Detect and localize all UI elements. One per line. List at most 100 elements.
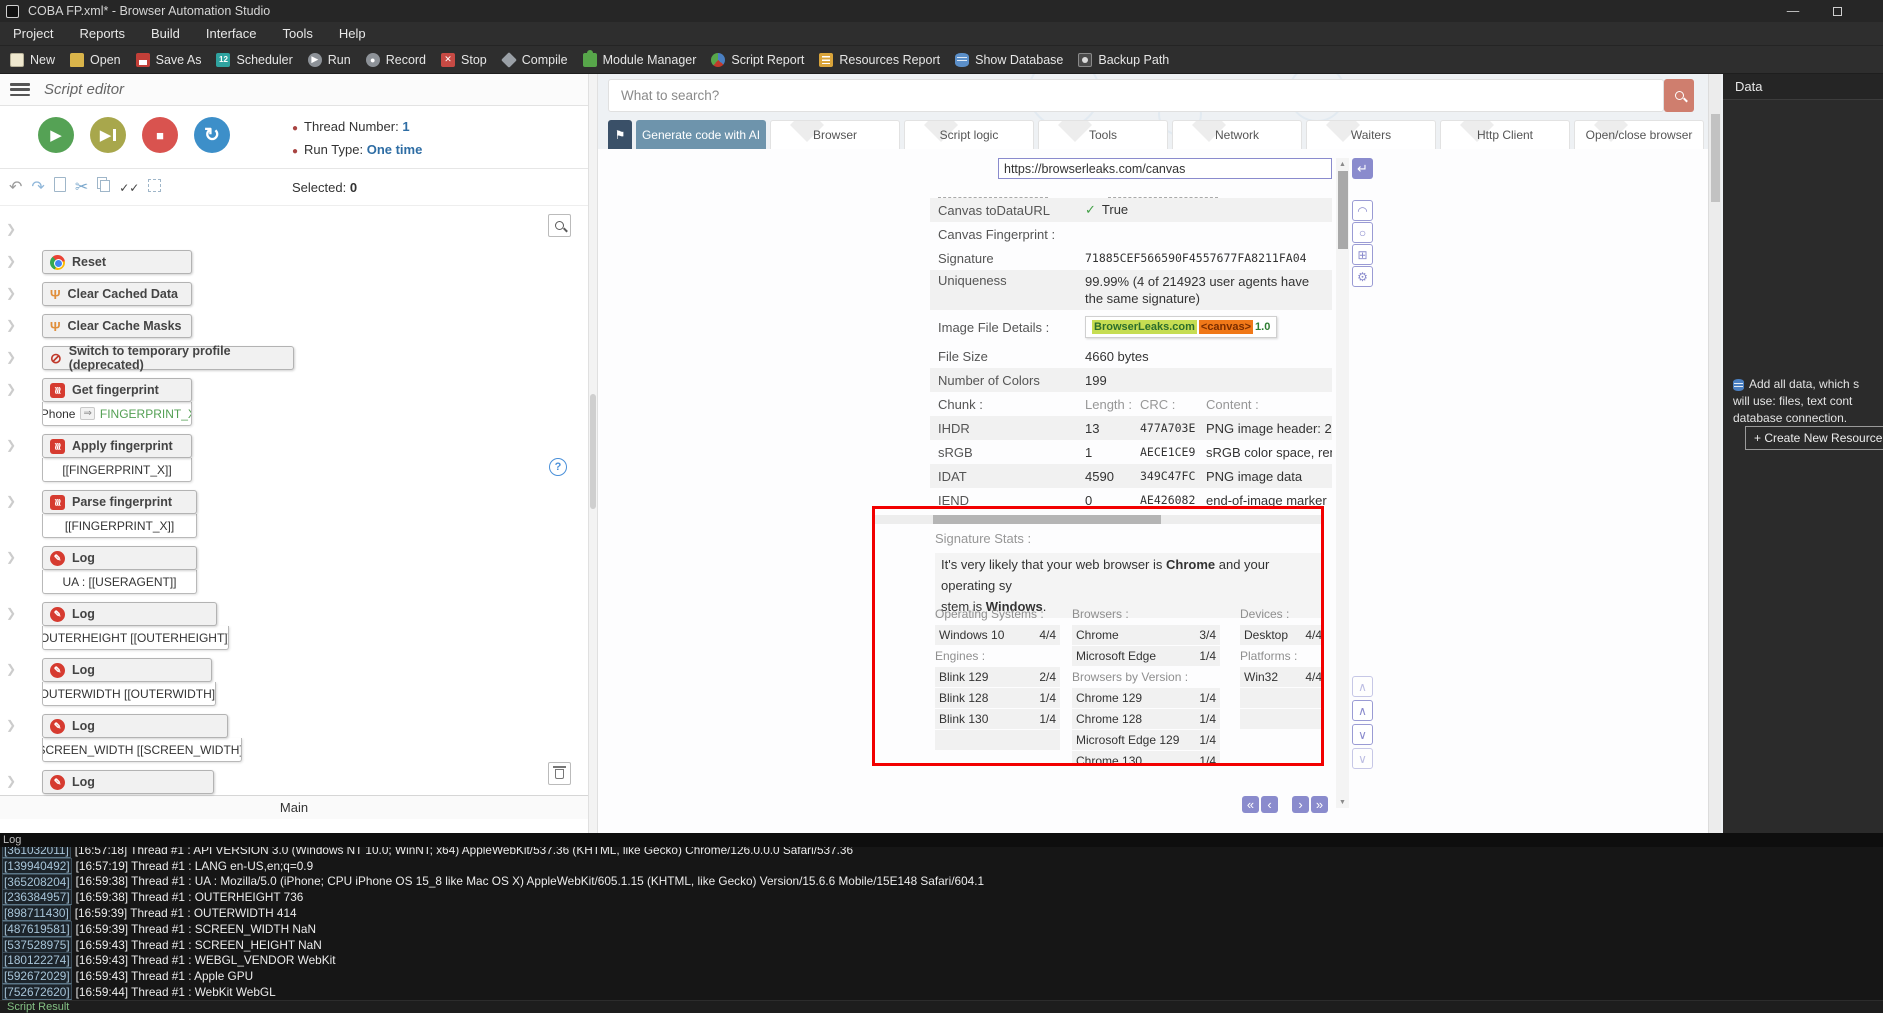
scrollbar-thumb[interactable] <box>590 394 596 509</box>
toolbar-button-run[interactable]: ▶ Run <box>307 46 351 74</box>
block-header[interactable]: Reset <box>42 250 192 274</box>
chevron-up-button[interactable]: ∧ <box>1352 676 1373 697</box>
log-id-link[interactable]: [180122274] <box>2 952 72 969</box>
delete-block-button[interactable] <box>548 762 571 785</box>
block-header[interactable]: ✎ Log <box>42 770 214 794</box>
select-button[interactable] <box>148 179 162 192</box>
toolbar-button-open[interactable]: Open <box>70 46 121 74</box>
tab-generate-code-with-ai[interactable]: Generate code with AI <box>636 120 766 149</box>
toolbar-button-backup-path[interactable]: Backup Path <box>1078 46 1169 74</box>
menu-item-reports[interactable]: Reports <box>66 22 138 46</box>
left-panel-scrollbar[interactable] <box>588 74 598 833</box>
toolbar-button-scheduler[interactable]: 12 Scheduler <box>216 46 293 74</box>
toolbar-button-script-report[interactable]: Script Report <box>711 46 804 74</box>
menu-item-interface[interactable]: Interface <box>193 22 270 46</box>
toolbar-button-module-manager[interactable]: Module Manager <box>582 46 696 74</box>
tab-tools[interactable]: Tools <box>1038 120 1168 149</box>
toolbar-button-new[interactable]: New <box>10 46 55 74</box>
block-reset[interactable]: ❯ Reset <box>6 250 192 274</box>
gear-button[interactable]: ⚙ <box>1352 266 1373 287</box>
block-log[interactable]: ❯ ✎ Log OUTERWIDTH [[OUTERWIDTH]] <box>6 658 216 706</box>
tab-network[interactable]: Network <box>1172 120 1302 149</box>
maximize-button[interactable] <box>1815 0 1859 22</box>
block-log[interactable]: ❯ ✎ Log <box>6 770 214 794</box>
help-button[interactable]: ? <box>549 458 567 476</box>
block-parameter[interactable]: UA : [[USERAGENT]] <box>42 570 197 594</box>
minimize-button[interactable]: — <box>1771 0 1815 22</box>
block-header[interactable]: ≋ Parse fingerprint <box>42 490 197 514</box>
play-button[interactable]: ▶ <box>38 117 74 153</box>
chevron-up-button[interactable]: ∧ <box>1352 700 1373 721</box>
block-header[interactable]: ✎ Log <box>42 658 212 682</box>
block-clear-cached-data[interactable]: ❯ Ψ Clear Cached Data <box>6 282 192 306</box>
step-button[interactable]: ▶ <box>90 117 126 153</box>
block-parameter[interactable]: OUTERHEIGHT [[OUTERHEIGHT]] <box>42 626 229 650</box>
block-parameter[interactable]: [[FINGERPRINT_X]] <box>42 514 197 538</box>
log-id-link[interactable]: [236384957] <box>2 889 72 906</box>
search-button[interactable] <box>1664 79 1694 112</box>
circle-button[interactable]: ○ <box>1352 222 1373 243</box>
block-parse-fingerprint[interactable]: ❯ ≋ Parse fingerprint [[FINGERPRINT_X]] <box>6 490 197 538</box>
log-id-link[interactable]: [592672029] <box>2 968 72 985</box>
log-id-link[interactable]: [898711430] <box>2 905 71 922</box>
log-id-link[interactable]: [487619581] <box>2 920 72 937</box>
next-page-button[interactable]: › <box>1292 796 1309 813</box>
block-parameter[interactable]: iPhone ⇒ FINGERPRINT_X <box>42 402 192 426</box>
toolbar-button-compile[interactable]: Compile <box>500 46 568 74</box>
redo-button[interactable]: ↷ <box>31 177 44 197</box>
block-parameter[interactable]: OUTERWIDTH [[OUTERWIDTH]] <box>42 682 216 706</box>
tab-main[interactable]: Main <box>0 795 588 819</box>
last-page-button[interactable]: » <box>1311 796 1328 813</box>
menu-item-help[interactable]: Help <box>326 22 379 46</box>
hamburger-icon[interactable] <box>10 83 30 96</box>
create-resource-button[interactable]: + Create New Resource <box>1745 426 1883 450</box>
block-parameter[interactable]: [[FINGERPRINT_X]] <box>42 458 192 482</box>
stop-button[interactable]: ■ <box>142 117 178 153</box>
page-button[interactable] <box>53 177 66 192</box>
scroll-down-icon[interactable]: ▼ <box>1336 796 1349 808</box>
tab-http-client[interactable]: Http Client <box>1440 120 1570 149</box>
first-page-button[interactable]: « <box>1242 796 1259 813</box>
go-url-button[interactable]: ↵ <box>1352 158 1373 179</box>
undo-button[interactable]: ↶ <box>9 177 22 197</box>
restart-button[interactable]: ↻ <box>194 117 230 153</box>
prev-page-button[interactable]: ‹ <box>1261 796 1278 813</box>
tab-open-close-browser[interactable]: Open/close browser <box>1574 120 1704 149</box>
block-log[interactable]: ❯ ✎ Log OUTERHEIGHT [[OUTERHEIGHT]] <box>6 602 229 650</box>
menu-item-project[interactable]: Project <box>0 22 66 46</box>
log-id-link[interactable]: [139940492] <box>2 857 72 874</box>
tab-browser[interactable]: Browser <box>770 120 900 149</box>
log-id-link[interactable]: [752672620] <box>2 984 72 1001</box>
block-header[interactable]: ✎ Log <box>42 546 197 570</box>
toolbar-button-save-as[interactable]: Save As <box>135 46 201 74</box>
block-log[interactable]: ❯ ✎ Log SCREEN_WIDTH [[SCREEN_WIDTH]] <box>6 714 242 762</box>
block-header[interactable]: ⊘ Switch to temporary profile (deprecated… <box>42 344 294 372</box>
block-header[interactable]: ≋ Apply fingerprint <box>42 434 192 458</box>
search-actions-button[interactable] <box>548 214 571 237</box>
block-header[interactable]: ✎ Log <box>42 714 228 738</box>
toolbar-button-stop[interactable]: ✕ Stop <box>441 46 487 74</box>
chevron-down-button[interactable]: ∨ <box>1352 724 1373 745</box>
block-log[interactable]: ❯ ✎ Log UA : [[USERAGENT]] <box>6 546 197 594</box>
block-parameter[interactable]: SCREEN_WIDTH [[SCREEN_WIDTH]] <box>42 738 242 762</box>
log-id-link[interactable]: [537528975] <box>2 936 72 953</box>
block-apply-fingerprint[interactable]: ❯ ≋ Apply fingerprint [[FINGERPRINT_X]] <box>6 434 192 482</box>
block-header[interactable]: ✎ Log <box>42 602 217 626</box>
scrollbar-thumb[interactable] <box>933 515 1161 524</box>
bookmark-tab[interactable]: ⚑ <box>608 120 632 149</box>
block-get-fingerprint[interactable]: ❯ ≋ Get fingerprint iPhone ⇒ FINGERPRINT_X <box>6 378 192 426</box>
url-input[interactable] <box>998 158 1332 179</box>
tab-waiters[interactable]: Waiters <box>1306 120 1436 149</box>
copy-button[interactable] <box>97 177 111 192</box>
checks-button[interactable]: ✓✓ <box>119 181 139 195</box>
block-clear-cache-masks[interactable]: ❯ Ψ Clear Cache Masks <box>6 314 192 338</box>
cut-button[interactable]: ✂ <box>75 177 88 197</box>
block-header[interactable]: Ψ Clear Cached Data <box>42 282 192 306</box>
toolbar-button-record[interactable]: ● Record <box>365 46 426 74</box>
chevron-down-button[interactable]: ∨ <box>1352 748 1373 769</box>
block-switch-to-temporary-profile-deprecated-[interactable]: ❯ ⊘ Switch to temporary profile (deprecate… <box>6 344 294 372</box>
menu-item-tools[interactable]: Tools <box>270 22 326 46</box>
scroll-up-icon[interactable]: ▲ <box>1336 158 1349 170</box>
signal-button[interactable]: ◠ <box>1352 200 1373 221</box>
toolbar-button-show-database[interactable]: Show Database <box>955 46 1063 74</box>
